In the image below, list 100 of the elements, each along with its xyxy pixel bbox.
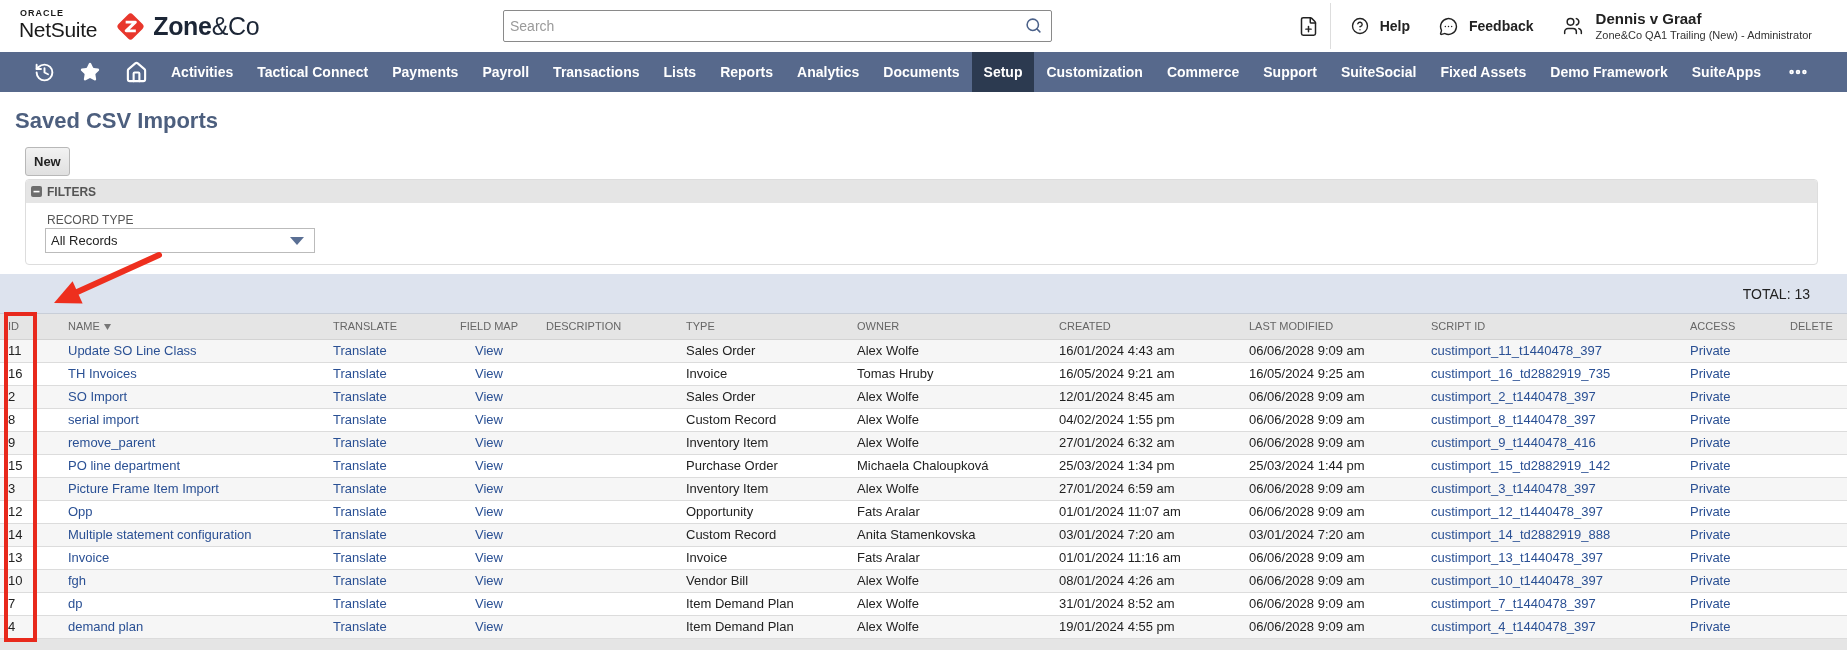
name-link[interactable]: SO Import (68, 389, 128, 404)
column-header[interactable]: CREATED (1051, 314, 1241, 339)
nav-tab[interactable]: Payments (380, 52, 471, 92)
name-link[interactable]: fgh (68, 573, 87, 588)
new-button[interactable]: New (25, 147, 70, 176)
field-map-link[interactable]: View (475, 366, 503, 381)
access-link[interactable]: Private (1690, 504, 1731, 519)
script-id-link[interactable]: custimport_10_t1440478_397 (1431, 573, 1604, 588)
field-map-link[interactable]: View (475, 504, 503, 519)
script-id-link[interactable]: custimport_7_t1440478_397 (1431, 596, 1596, 611)
access-link[interactable]: Private (1690, 573, 1731, 588)
column-header[interactable]: DELETE (1782, 314, 1847, 339)
field-map-link[interactable]: View (475, 527, 503, 542)
script-id-link[interactable]: custimport_15_td2882919_142 (1431, 458, 1611, 473)
name-link[interactable]: remove_parent (68, 435, 156, 450)
nav-tab[interactable]: Customization (1034, 52, 1155, 92)
column-header[interactable]: TYPE (678, 314, 849, 339)
name-link[interactable]: dp (68, 596, 83, 611)
script-id-link[interactable]: custimport_14_td2882919_888 (1431, 527, 1611, 542)
access-link[interactable]: Private (1690, 435, 1731, 450)
collapse-icon[interactable] (31, 186, 42, 197)
column-header[interactable]: LAST MODIFIED (1241, 314, 1423, 339)
name-link[interactable]: demand plan (68, 619, 144, 634)
name-link[interactable]: Invoice (68, 550, 110, 565)
nav-tab[interactable]: Commerce (1154, 52, 1252, 92)
translate-link[interactable]: Translate (333, 619, 387, 634)
script-id-link[interactable]: custimport_9_t1440478_416 (1431, 435, 1596, 450)
access-link[interactable]: Private (1690, 389, 1731, 404)
translate-link[interactable]: Translate (333, 550, 387, 565)
translate-link[interactable]: Translate (333, 596, 387, 611)
name-link[interactable]: Update SO Line Class (68, 343, 197, 358)
access-link[interactable]: Private (1690, 412, 1731, 427)
script-id-link[interactable]: custimport_2_t1440478_397 (1431, 389, 1596, 404)
name-link[interactable]: Multiple statement configuration (68, 527, 252, 542)
nav-tab[interactable]: SuiteSocial (1328, 52, 1429, 92)
field-map-link[interactable]: View (475, 481, 503, 496)
script-id-link[interactable]: custimport_12_t1440478_397 (1431, 504, 1604, 519)
translate-link[interactable]: Translate (333, 481, 387, 496)
nav-tab[interactable]: Tactical Connect (245, 52, 381, 92)
name-link[interactable]: PO line department (68, 458, 180, 473)
search-icon[interactable] (1025, 17, 1042, 34)
translate-link[interactable]: Translate (333, 389, 387, 404)
column-header[interactable]: SCRIPT ID (1423, 314, 1682, 339)
column-header[interactable]: OWNER (849, 314, 1051, 339)
field-map-link[interactable]: View (475, 596, 503, 611)
column-header[interactable]: TRANSLATE (325, 314, 440, 339)
field-map-link[interactable]: View (475, 550, 503, 565)
column-header[interactable]: DESCRIPTION (538, 314, 678, 339)
access-link[interactable]: Private (1690, 619, 1731, 634)
field-map-link[interactable]: View (475, 573, 503, 588)
column-header[interactable]: FIELD MAP (440, 314, 538, 339)
access-link[interactable]: Private (1690, 550, 1731, 565)
script-id-link[interactable]: custimport_3_t1440478_397 (1431, 481, 1596, 496)
nav-tab[interactable]: Demo Framework (1538, 52, 1680, 92)
field-map-link[interactable]: View (475, 343, 503, 358)
name-link[interactable]: serial import (68, 412, 139, 427)
field-map-link[interactable]: View (475, 389, 503, 404)
script-id-link[interactable]: custimport_11_t1440478_397 (1431, 343, 1603, 358)
column-header[interactable]: NAME (60, 314, 325, 339)
translate-link[interactable]: Translate (333, 343, 387, 358)
star-icon[interactable] (80, 62, 100, 82)
field-map-link[interactable]: View (475, 435, 503, 450)
translate-link[interactable]: Translate (333, 412, 387, 427)
translate-link[interactable]: Translate (333, 573, 387, 588)
access-link[interactable]: Private (1690, 481, 1731, 496)
translate-link[interactable]: Translate (333, 435, 387, 450)
feedback-link[interactable]: Feedback (1439, 16, 1534, 36)
record-type-select[interactable]: All Records (45, 228, 315, 253)
nav-tab[interactable]: Reports (708, 52, 786, 92)
search-field[interactable]: Search (503, 10, 1052, 42)
translate-link[interactable]: Translate (333, 504, 387, 519)
nav-tab[interactable]: Setup (971, 52, 1035, 92)
user-menu[interactable]: Dennis v Graaf Zone&Co QA1 Trailing (New) - Administrator (1562, 10, 1812, 42)
field-map-link[interactable]: View (475, 412, 503, 427)
help-link[interactable]: Help (1350, 17, 1410, 35)
column-header[interactable]: ACCESS (1682, 314, 1782, 339)
nav-tab[interactable]: Activities (159, 52, 246, 92)
access-link[interactable]: Private (1690, 366, 1731, 381)
access-link[interactable]: Private (1690, 458, 1731, 473)
name-link[interactable]: Picture Frame Item Import (68, 481, 219, 496)
script-id-link[interactable]: custimport_4_t1440478_397 (1431, 619, 1596, 634)
name-link[interactable]: TH Invoices (68, 366, 137, 381)
translate-link[interactable]: Translate (333, 458, 387, 473)
access-link[interactable]: Private (1690, 343, 1731, 358)
access-link[interactable]: Private (1690, 527, 1731, 542)
nav-tab[interactable]: Fixed Assets (1428, 52, 1539, 92)
nav-tab[interactable]: Payroll (470, 52, 542, 92)
nav-tab[interactable]: Analytics (785, 52, 872, 92)
nav-tab[interactable]: Lists (651, 52, 709, 92)
script-id-link[interactable]: custimport_13_t1440478_397 (1431, 550, 1604, 565)
name-link[interactable]: Opp (68, 504, 93, 519)
nav-tab[interactable]: SuiteApps (1679, 52, 1773, 92)
script-id-link[interactable]: custimport_8_t1440478_397 (1431, 412, 1596, 427)
script-id-link[interactable]: custimport_16_td2882919_735 (1431, 366, 1611, 381)
history-icon[interactable] (33, 61, 55, 83)
home-icon[interactable] (124, 60, 148, 84)
field-map-link[interactable]: View (475, 619, 503, 634)
access-link[interactable]: Private (1690, 596, 1731, 611)
nav-tab[interactable]: Documents (871, 52, 972, 92)
field-map-link[interactable]: View (475, 458, 503, 473)
